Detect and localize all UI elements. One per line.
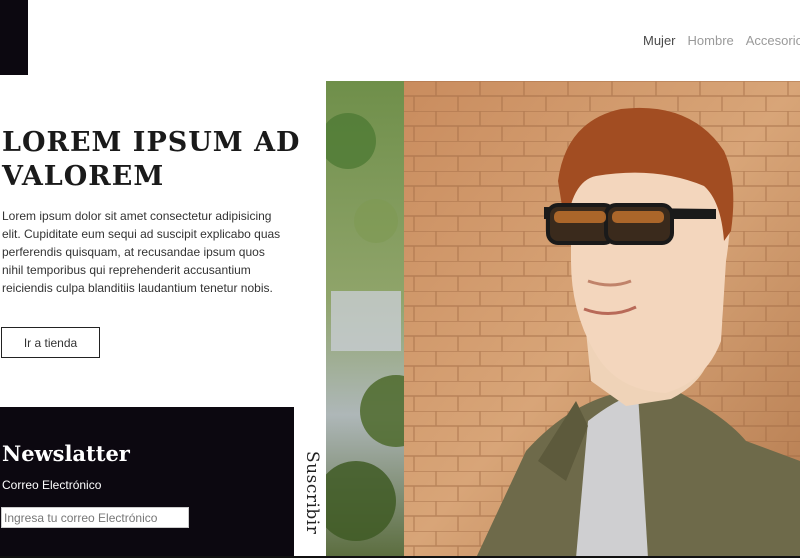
main-nav: Mujer Hombre Accesorios [643,33,800,48]
email-label: Correo Electrónico [2,478,102,492]
nav-item-mujer[interactable]: Mujer [643,33,676,48]
subscribe-label: Suscribir [302,451,322,535]
logo-block[interactable] [0,0,28,75]
hero-photo-icon [326,81,800,558]
email-input[interactable] [1,507,189,528]
hero-photo [326,81,800,558]
hero-title-line-2: VALOREM [2,161,165,192]
hero-title-line-1: LOREM IPSUM AD [2,127,301,158]
nav-item-accesorios[interactable]: Accesorios [746,33,800,48]
newsletter-panel: Newslatter Correo Electrónico [0,407,294,558]
hero-title: LOREM IPSUM AD VALOREM [2,126,302,194]
subscribe-button[interactable]: Suscribir [294,407,326,558]
newsletter-title: Newslatter [2,441,130,466]
nav-item-hombre[interactable]: Hombre [688,33,734,48]
hero-description: Lorem ipsum dolor sit amet consectetur a… [2,209,281,295]
shop-button[interactable]: Ir a tienda [1,327,100,358]
